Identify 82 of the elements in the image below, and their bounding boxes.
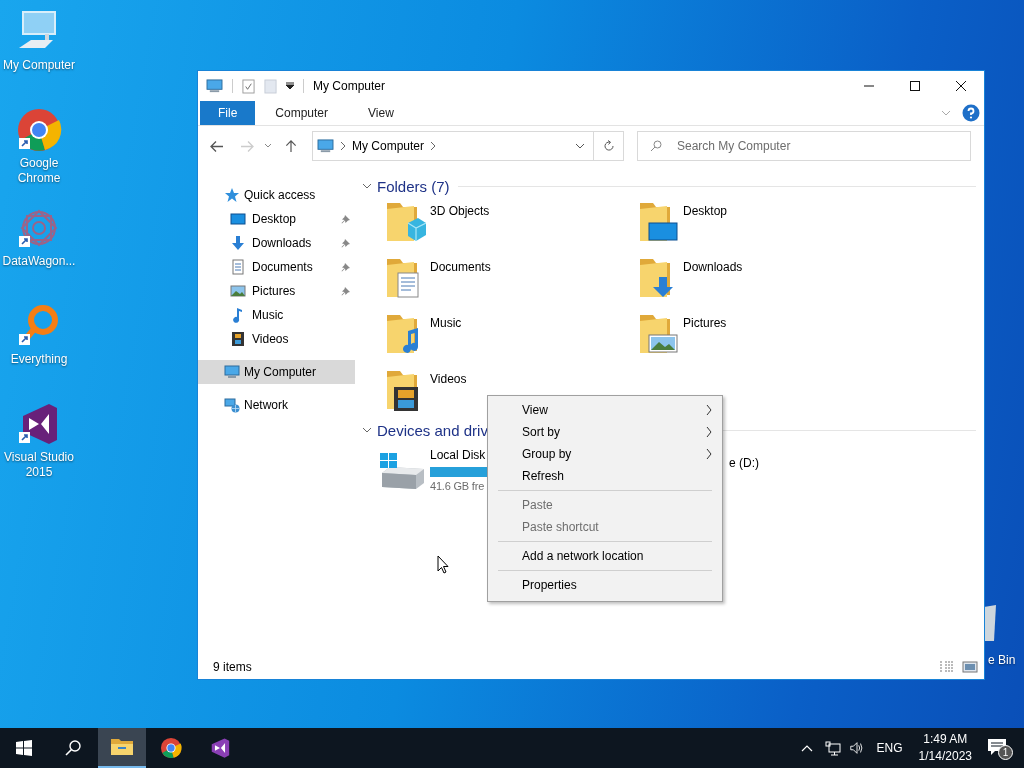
group-header[interactable]: Folders (7) <box>377 177 450 195</box>
browser-icon <box>159 737 183 759</box>
up-arrow-icon[interactable] <box>284 139 298 153</box>
collapse-chevron-icon[interactable] <box>362 183 372 189</box>
menu-item[interactable]: Sort by <box>488 421 722 443</box>
notification-badge: 1 <box>998 745 1013 760</box>
collapse-chevron-icon[interactable] <box>362 427 372 433</box>
chevron-right-icon <box>430 141 437 151</box>
menu-item[interactable]: Group by <box>488 443 722 465</box>
menu-item[interactable]: Refresh <box>488 465 722 487</box>
language-indicator[interactable]: ENG <box>876 741 903 755</box>
drive-name[interactable]: Local Disk <box>430 445 487 462</box>
help-icon[interactable] <box>962 104 980 122</box>
dropdown-caret-icon[interactable] <box>575 143 585 149</box>
browser-icon[interactable] <box>15 106 63 154</box>
desktop-icon <box>230 211 246 227</box>
speaker-icon[interactable] <box>848 740 865 756</box>
film-icon <box>230 331 246 347</box>
free-space-text: 41.6 GB fre <box>430 480 486 492</box>
mouse-pointer-icon <box>437 555 449 574</box>
dropdown-caret-icon[interactable] <box>286 82 294 90</box>
nav-item[interactable]: Videos <box>198 327 355 351</box>
menu-item[interactable]: Properties <box>488 574 722 596</box>
star-icon <box>224 187 240 203</box>
picture-icon <box>230 283 246 299</box>
back-arrow-icon[interactable] <box>210 139 224 153</box>
show-hidden-icons-icon[interactable] <box>800 744 813 752</box>
document-icon <box>230 259 246 275</box>
nav-item[interactable]: Music <box>198 303 355 327</box>
computer-icon <box>206 78 223 94</box>
computer-icon <box>224 364 240 380</box>
ribbon-tab[interactable]: Computer <box>255 101 349 125</box>
folder-icon <box>110 736 134 758</box>
folder-name[interactable]: Documents <box>430 252 491 274</box>
nav-item[interactable]: Downloads <box>198 231 355 255</box>
network-icon <box>224 397 240 413</box>
pin-icon <box>341 286 351 296</box>
breadcrumb-item[interactable]: My Computer <box>352 139 425 153</box>
file-tab[interactable]: File <box>200 101 256 125</box>
recent-caret-icon[interactable] <box>264 143 272 149</box>
nav-item[interactable]: Pictures <box>198 279 355 303</box>
pin-icon <box>341 238 351 248</box>
menu-item[interactable]: View <box>488 399 722 421</box>
folder-name[interactable]: Pictures <box>683 308 727 330</box>
folder-name[interactable]: Desktop <box>683 196 728 218</box>
nav-item[interactable]: My Computer <box>198 360 355 384</box>
address-bar[interactable]: My Computer <box>312 131 594 161</box>
nav-item[interactable]: Desktop <box>198 207 355 231</box>
refresh-icon <box>602 140 615 152</box>
nav-item[interactable]: Documents <box>198 255 355 279</box>
network-icon[interactable] <box>824 740 841 756</box>
download-icon <box>230 235 246 251</box>
nav-item[interactable]: Network <box>198 393 355 417</box>
search-icon <box>650 140 662 152</box>
search-field[interactable]: Search My Computer <box>637 131 971 161</box>
item-count: 9 items <box>213 660 252 674</box>
usage-bar <box>430 467 487 477</box>
folder-name[interactable]: Downloads <box>683 252 743 274</box>
nav-item[interactable]: Quick access <box>198 183 355 207</box>
desktop-icon-label[interactable]: e Bin <box>988 653 1016 667</box>
pin-icon <box>341 262 351 272</box>
large-icons-view-icon[interactable] <box>962 661 978 673</box>
folder-name[interactable]: Videos <box>430 364 467 386</box>
date-text: 1/14/2023 <box>918 748 972 765</box>
menu-item[interactable]: Add a network location <box>488 545 722 567</box>
chevron-right-icon <box>340 141 346 151</box>
search-icon <box>65 740 81 756</box>
group-header[interactable]: Devices and driv <box>377 421 488 439</box>
drive-icon[interactable] <box>378 451 426 491</box>
pin-icon <box>341 214 351 224</box>
time-text: 1:49 AM <box>923 731 968 748</box>
clock[interactable]: 1:49 AM 1/14/2023 <box>918 731 972 765</box>
computer-icon <box>317 138 334 154</box>
folder-name[interactable]: 3D Objects <box>430 196 490 218</box>
ribbon-tab[interactable]: View <box>348 101 414 125</box>
windows-logo-icon <box>16 740 32 756</box>
window-title: My Computer <box>313 79 386 93</box>
properties-icon[interactable] <box>242 78 255 94</box>
folder-name[interactable]: Music <box>430 308 462 330</box>
maximize-icon <box>910 81 920 91</box>
taskbar-app-button[interactable] <box>98 728 146 768</box>
close-icon <box>956 81 966 91</box>
